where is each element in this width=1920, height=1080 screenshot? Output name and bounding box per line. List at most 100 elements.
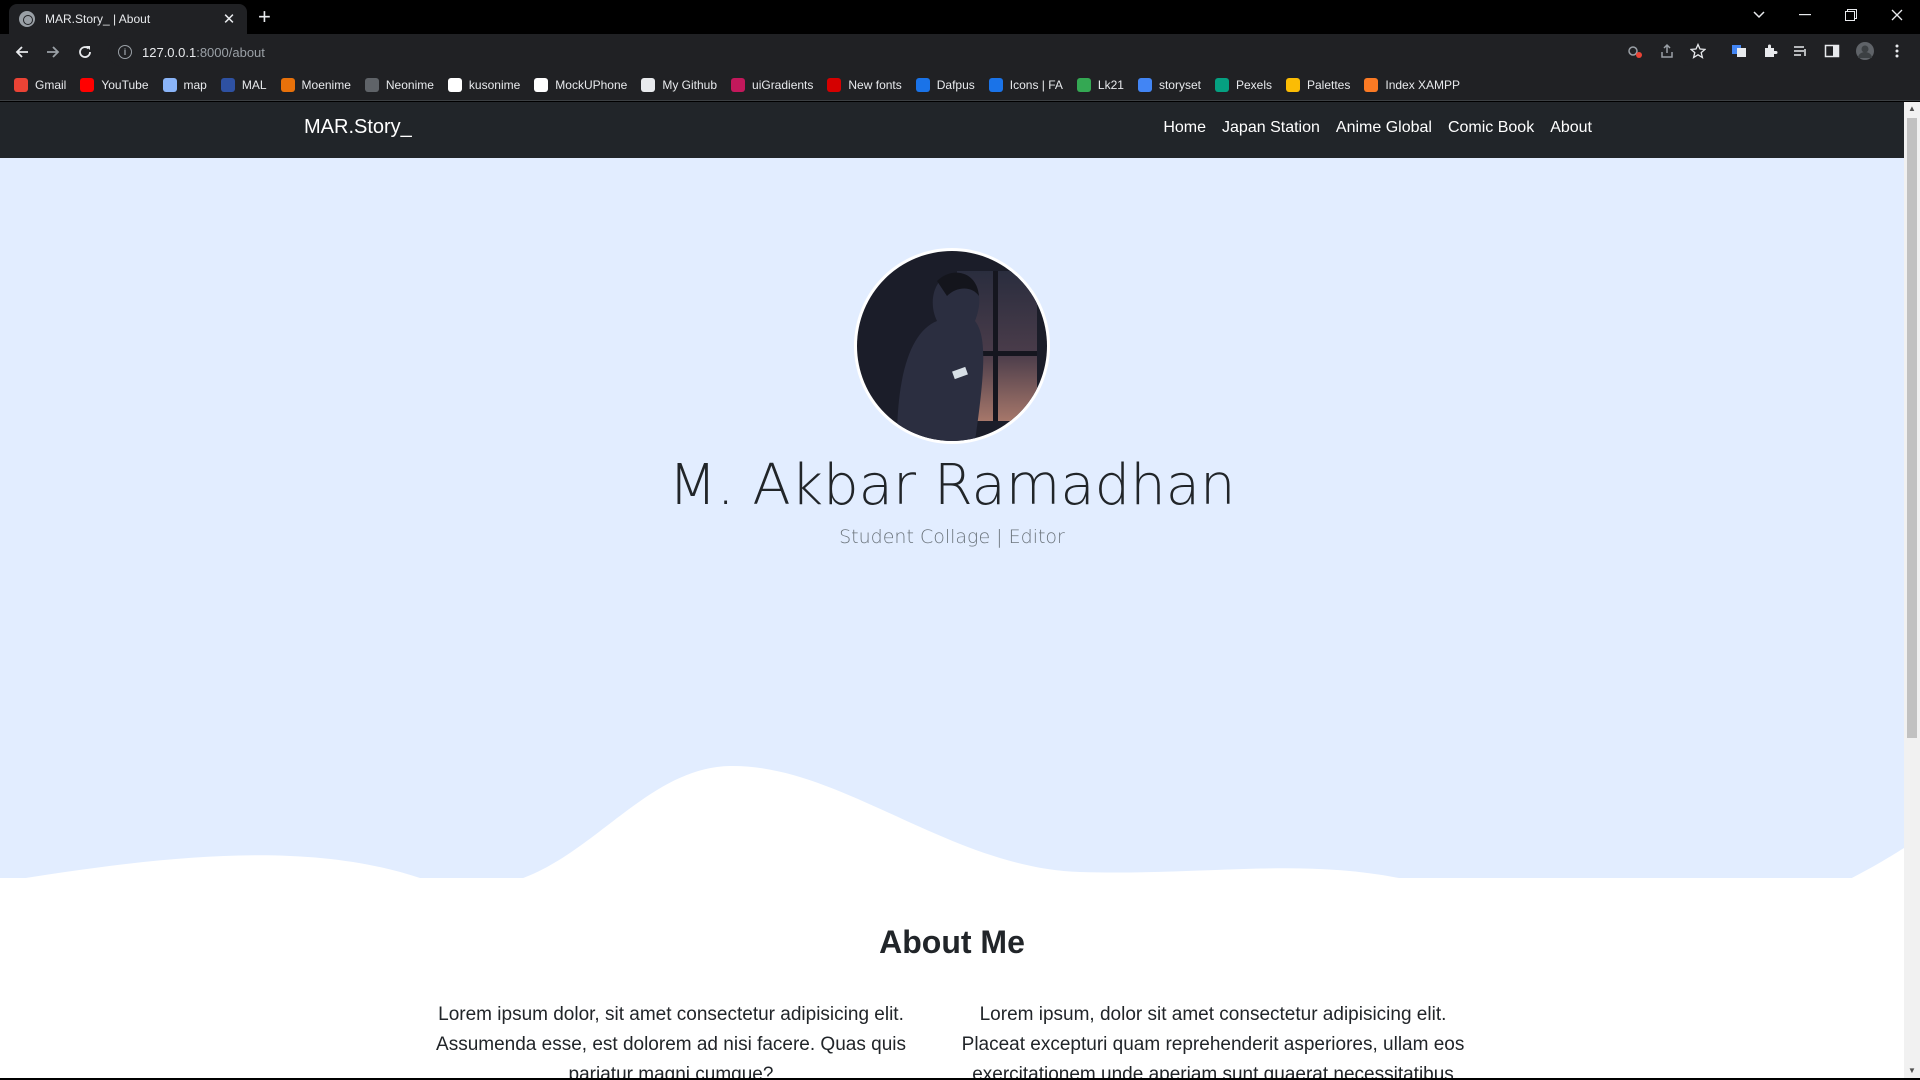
url-path: :8000/about (196, 44, 265, 60)
bookmark-item[interactable]: Dafpus (915, 77, 975, 92)
reload-button[interactable] (73, 40, 97, 64)
bookmark-favicon-icon (1364, 77, 1379, 92)
hero-section: M. Akbar Ramadhan Student Collage | Edit… (0, 158, 1904, 978)
bookmark-favicon-icon (280, 77, 295, 92)
nav-link-about[interactable]: About (1550, 119, 1592, 137)
bookmark-item[interactable]: YouTube (80, 77, 149, 92)
bookmark-favicon-icon (1137, 77, 1152, 92)
bookmark-favicon-icon (534, 77, 549, 92)
site-info-icon[interactable]: i (118, 45, 132, 59)
bookmark-favicon-icon (14, 77, 28, 92)
browser-tab[interactable]: MAR.Story_ | About ✕ (9, 4, 247, 34)
nav-link-anime-global[interactable]: Anime Global (1336, 119, 1432, 137)
bookmark-item[interactable]: Neonime (364, 77, 434, 92)
bookmark-label: MAL (241, 77, 267, 92)
bookmark-favicon-icon (731, 77, 746, 92)
tab-close-button[interactable]: ✕ (221, 10, 237, 28)
bookmark-item[interactable]: Gmail (14, 77, 67, 92)
address-bar[interactable]: i 127.0.0.1:8000/about (108, 38, 1698, 66)
bookmark-favicon-icon (162, 77, 177, 92)
nav-link-home[interactable]: Home (1163, 119, 1206, 137)
page-scrollbar[interactable]: ▲ ▼ (1904, 102, 1920, 1078)
bookmark-label: Icons | FA (1009, 77, 1063, 92)
bookmark-favicon-icon (80, 77, 95, 92)
about-paragraph-right: Lorem ipsum, dolor sit amet consectetur … (961, 1004, 1465, 1078)
close-window-button[interactable] (1874, 0, 1920, 30)
bookmark-label: Moenime (301, 77, 351, 92)
media-control-icon[interactable] (1792, 42, 1810, 60)
minimize-button[interactable] (1782, 0, 1828, 30)
bookmark-label: YouTube (101, 77, 149, 92)
globe-icon (19, 11, 35, 27)
bookmark-item[interactable]: Pexels (1214, 77, 1272, 92)
bookmark-favicon-icon (447, 77, 462, 92)
bookmark-item[interactable]: Lk21 (1076, 77, 1124, 92)
about-heading: About Me (879, 924, 1025, 960)
page-viewport: MAR.Story_ Home Japan Station Anime Glob… (0, 102, 1904, 1078)
bookmark-item[interactable]: map (162, 77, 207, 92)
bookmark-label: Pexels (1235, 77, 1272, 92)
about-paragraph-left: Lorem ipsum dolor, sit amet consectetur … (436, 1004, 906, 1078)
bookmark-item[interactable]: Icons | FA (988, 77, 1063, 92)
bookmark-favicon-icon (364, 77, 379, 92)
scrollbar-thumb[interactable] (1907, 118, 1917, 738)
bookmark-item[interactable]: New fonts (827, 77, 902, 92)
bookmark-item[interactable]: Palettes (1286, 77, 1351, 92)
bookmark-label: Neonime (385, 77, 434, 92)
bookmark-item[interactable]: storyset (1137, 77, 1201, 92)
bookmark-item[interactable]: MockUPhone (534, 77, 628, 92)
bookmark-item[interactable]: My Github (641, 77, 718, 92)
forward-button[interactable] (41, 40, 65, 64)
nav-link-japan-station[interactable]: Japan Station (1222, 119, 1320, 137)
bookmark-item[interactable]: Index XAMPP (1364, 77, 1461, 92)
new-tab-button[interactable]: + (258, 6, 271, 28)
bookmark-item[interactable]: uiGradients (731, 77, 814, 92)
bookmark-label: map (183, 77, 207, 92)
password-icon[interactable] (1626, 42, 1644, 60)
hero-name: M. Akbar Ramadhan (668, 453, 1236, 518)
bookmark-label: Gmail (35, 77, 67, 92)
bookmark-favicon-icon (641, 77, 656, 92)
bookmark-star-icon[interactable] (1689, 42, 1707, 60)
site-brand[interactable]: MAR.Story_ (304, 116, 412, 139)
nav-link-comic-book[interactable]: Comic Book (1448, 119, 1534, 137)
site-navbar: MAR.Story_ Home Japan Station Anime Glob… (0, 102, 1904, 158)
bookmark-favicon-icon (1076, 77, 1091, 92)
profile-photo (854, 248, 1050, 444)
scroll-up-arrow[interactable]: ▲ (1904, 102, 1920, 116)
bookmark-item[interactable]: kusonime (447, 77, 520, 92)
bookmark-favicon-icon (220, 77, 235, 92)
tab-search-icon[interactable] (1736, 0, 1782, 30)
browser-toolbar: i 127.0.0.1:8000/about (0, 34, 1920, 69)
tab-title: MAR.Story_ | About (45, 12, 151, 26)
bookmark-label: storyset (1158, 77, 1201, 92)
back-button[interactable] (10, 40, 34, 64)
extensions-icon[interactable] (1761, 42, 1779, 60)
bookmark-favicon-icon (1286, 77, 1300, 92)
bookmark-favicon-icon (827, 77, 842, 92)
bookmarks-bar: Gmail YouTube map MAL Moenime Neonime kusonime… (0, 69, 1920, 101)
bookmark-label: My Github (662, 77, 718, 92)
bookmark-label: Lk21 (1097, 77, 1124, 92)
bookmark-label: Palettes (1307, 77, 1351, 92)
bookmark-favicon-icon (1214, 77, 1229, 92)
bookmark-label: MockUPhone (555, 77, 628, 92)
scroll-down-arrow[interactable]: ▼ (1904, 1064, 1920, 1078)
profile-avatar[interactable] (1856, 42, 1874, 60)
bookmark-label: uiGradients (752, 77, 814, 92)
nav-links: Home Japan Station Anime Global Comic Bo… (1163, 119, 1592, 137)
url-host: 127.0.0.1 (142, 44, 197, 60)
browser-tab-strip: MAR.Story_ | About ✕ + (0, 0, 1920, 34)
bookmark-favicon-icon (988, 77, 1003, 92)
bookmark-label: Dafpus (936, 77, 975, 92)
bookmark-item[interactable]: Moenime (280, 77, 351, 92)
restore-button[interactable] (1828, 0, 1874, 30)
bookmark-label: Index XAMPP (1385, 77, 1461, 92)
hero-subtitle: Student Collage | Editor (839, 526, 1065, 548)
menu-icon[interactable] (1888, 42, 1906, 60)
side-panel-icon[interactable] (1823, 42, 1841, 60)
bookmark-favicon-icon (915, 77, 930, 92)
bookmark-item[interactable]: MAL (220, 77, 267, 92)
share-icon[interactable] (1658, 42, 1676, 60)
translate-icon[interactable] (1730, 42, 1748, 60)
